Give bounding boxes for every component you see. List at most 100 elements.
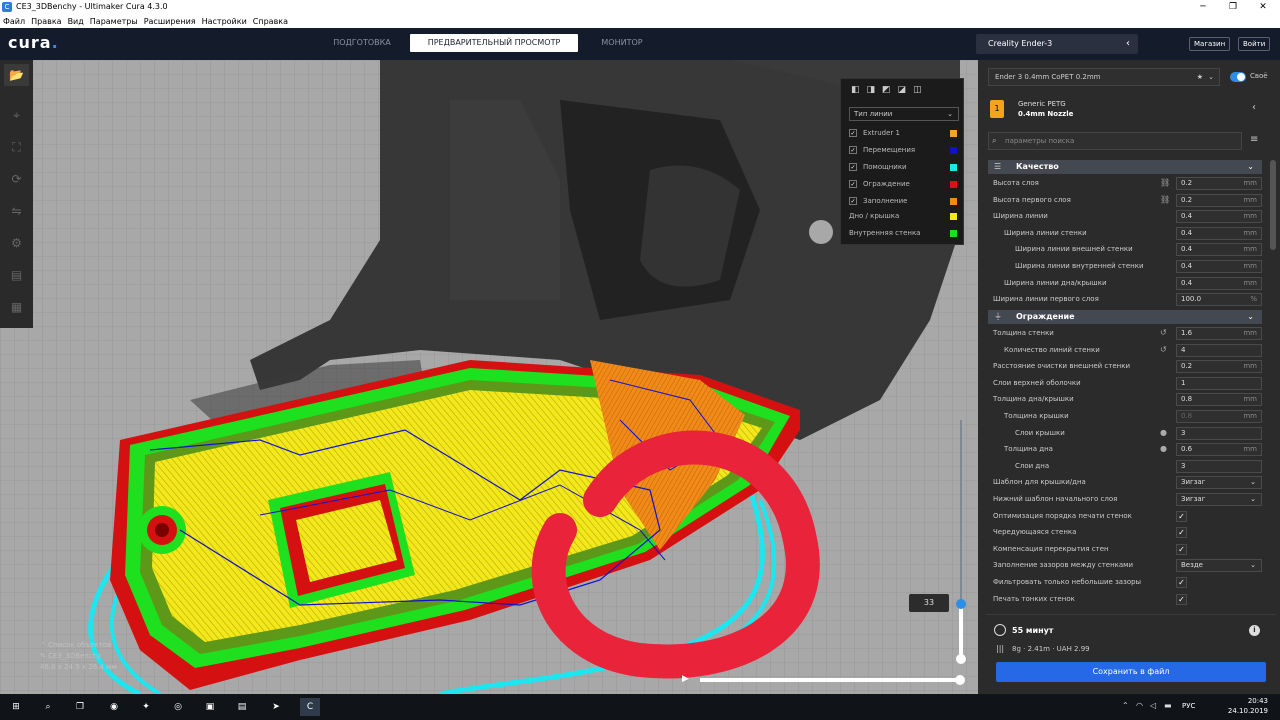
layers-tool-icon[interactable]: ▦ bbox=[4, 296, 29, 318]
minimize-button[interactable]: ─ bbox=[1188, 0, 1218, 14]
app-icon[interactable]: ✦ bbox=[136, 698, 156, 716]
path-slider-handle[interactable] bbox=[955, 675, 965, 685]
path-slider[interactable] bbox=[700, 675, 965, 685]
telegram-icon[interactable]: ➤ bbox=[266, 698, 286, 716]
reset-icon[interactable]: ↺ bbox=[1160, 325, 1167, 341]
scale-tool-icon[interactable]: ⛶ bbox=[4, 136, 29, 158]
setting-value-input[interactable]: 0.8 mm bbox=[1176, 410, 1262, 423]
notepad-icon[interactable]: ▤ bbox=[232, 698, 252, 716]
open-file-icon[interactable]: 📂 bbox=[4, 64, 29, 86]
legend-item-helpers[interactable]: ✓ Помощники bbox=[849, 161, 961, 173]
setting-value-input[interactable]: 0.4 mm bbox=[1176, 243, 1262, 257]
info-icon[interactable]: ● bbox=[1160, 441, 1167, 457]
setting-value-input[interactable]: 1.6 mm bbox=[1176, 327, 1262, 340]
setting-value-input[interactable]: 100.0% bbox=[1176, 293, 1262, 307]
sign-in-button[interactable]: Войти bbox=[1238, 37, 1271, 51]
setting-value-input[interactable]: 0.2 mm bbox=[1176, 177, 1262, 190]
cura-taskbar-icon[interactable]: C bbox=[300, 698, 320, 716]
setting-checkbox[interactable]: ✓ bbox=[1176, 543, 1187, 555]
menu-extensions[interactable]: Расширения bbox=[144, 17, 196, 26]
setting-value-input[interactable]: 4 bbox=[1176, 343, 1262, 357]
app-icon[interactable]: ◎ bbox=[168, 698, 188, 716]
info-icon[interactable]: i bbox=[1249, 625, 1260, 636]
legend-item-infill[interactable]: ✓ Заполнение bbox=[849, 195, 961, 207]
setting-checkbox[interactable]: ✓ bbox=[1176, 510, 1187, 522]
menu-preferences[interactable]: Настройки bbox=[202, 17, 247, 26]
right-view-icon[interactable]: ◫ bbox=[913, 85, 922, 95]
printer-selector[interactable]: Creality Ender-3 ‹ bbox=[976, 34, 1138, 54]
setting-value-input[interactable]: 0.4 mm bbox=[1176, 276, 1262, 290]
start-icon[interactable]: ⊞ bbox=[6, 698, 26, 716]
reset-icon[interactable]: ↺ bbox=[1160, 342, 1167, 358]
setting-value-input[interactable]: 0.4 mm bbox=[1176, 260, 1262, 273]
per-model-settings-icon[interactable]: ⚙ bbox=[4, 232, 29, 254]
menu-help[interactable]: Справка bbox=[253, 17, 288, 26]
setting-value-input[interactable]: 0.2 mm bbox=[1176, 360, 1262, 374]
legend-item-shell[interactable]: ✓ Ограждение bbox=[849, 178, 961, 190]
setting-checkbox[interactable]: ✓ bbox=[1176, 527, 1187, 539]
settings-menu-icon[interactable]: ≡ bbox=[1250, 134, 1258, 145]
setting-dropdown[interactable]: Везде ⌄ bbox=[1176, 559, 1262, 573]
collapse-panel-icon[interactable]: ‹ bbox=[1252, 102, 1256, 113]
menu-view[interactable]: Вид bbox=[68, 17, 84, 26]
support-blocker-icon[interactable]: ▤ bbox=[4, 264, 29, 286]
task-view-icon[interactable]: ❐ bbox=[70, 698, 90, 716]
setting-value-input[interactable]: 0.6 mm bbox=[1176, 443, 1262, 457]
search-icon[interactable]: ⌕ bbox=[38, 698, 58, 716]
setting-dropdown[interactable]: Зигзаг ⌄ bbox=[1176, 476, 1262, 490]
marketplace-button[interactable]: Магазин bbox=[1189, 37, 1231, 51]
legend-item-extruder[interactable]: ✓ Extruder 1 bbox=[849, 127, 961, 139]
volume-icon[interactable]: ◁ bbox=[1150, 701, 1156, 710]
tab-prepare[interactable]: ПОДГОТОВКА bbox=[324, 34, 400, 52]
link-icon[interactable]: ⛓ bbox=[1160, 175, 1170, 191]
settings-scrollbar[interactable] bbox=[1270, 160, 1276, 250]
top-view-icon[interactable]: ◩ bbox=[882, 85, 891, 95]
setting-checkbox[interactable]: ✓ bbox=[1176, 577, 1187, 588]
3d-viewport[interactable] bbox=[0, 60, 978, 694]
setting-value-input[interactable]: 1 bbox=[1176, 376, 1262, 390]
custom-mode-toggle[interactable] bbox=[1230, 72, 1246, 82]
link-icon[interactable]: ⛓ bbox=[1160, 192, 1170, 208]
move-tool-icon[interactable]: ⌖ bbox=[4, 104, 29, 126]
front-view-icon[interactable]: ◨ bbox=[867, 85, 876, 95]
layer-slider-lower-handle[interactable] bbox=[956, 654, 966, 664]
category-quality[interactable]: ☰ Качество ⌄ bbox=[988, 160, 1262, 174]
extruder-tab[interactable]: 1 Generic PETG 0.4mm Nozzle ‹ bbox=[988, 96, 1270, 126]
maximize-button[interactable]: ❐ bbox=[1218, 0, 1248, 14]
setting-value-input[interactable]: 0.4 mm bbox=[1176, 210, 1262, 224]
color-scheme-dropdown[interactable]: Тип линии ⌄ bbox=[849, 107, 959, 121]
setting-dropdown[interactable]: Зигзаг ⌄ bbox=[1176, 493, 1262, 506]
star-icon[interactable]: ★ bbox=[1197, 69, 1203, 85]
chevron-up-icon[interactable]: ⌃ bbox=[1122, 701, 1129, 710]
layer-slider-upper-handle[interactable] bbox=[956, 599, 966, 609]
legend-checkbox[interactable]: ✓ bbox=[849, 197, 857, 205]
legend-item-travel[interactable]: ✓ Перемещения bbox=[849, 144, 961, 156]
setting-value-input[interactable]: 0.4 mm bbox=[1176, 226, 1262, 240]
category-shell[interactable]: ⏚ Ограждение ⌄ bbox=[988, 310, 1262, 324]
setting-value-input[interactable]: 0.2 mm bbox=[1176, 193, 1262, 207]
tab-monitor[interactable]: МОНИТОР bbox=[590, 34, 654, 52]
tab-preview[interactable]: ПРЕДВАРИТЕЛЬНЫЙ ПРОСМОТР bbox=[410, 34, 578, 52]
close-window-button[interactable]: ✕ bbox=[1248, 0, 1278, 14]
mirror-tool-icon[interactable]: ⇋ bbox=[4, 200, 29, 222]
object-list-toggle[interactable]: ⌃ Список объектов bbox=[40, 640, 117, 651]
save-to-file-button[interactable]: Сохранить в файл bbox=[996, 662, 1266, 682]
legend-checkbox[interactable]: ✓ bbox=[849, 163, 857, 171]
legend-checkbox[interactable]: ✓ bbox=[849, 129, 857, 137]
legend-checkbox[interactable]: ✓ bbox=[849, 180, 857, 188]
setting-value-input[interactable]: 0.8 mm bbox=[1176, 393, 1262, 407]
rotate-tool-icon[interactable]: ⟳ bbox=[4, 168, 29, 190]
current-layer-input[interactable]: 33 bbox=[909, 594, 949, 612]
solidworks-icon[interactable]: ▣ bbox=[200, 698, 220, 716]
setting-checkbox[interactable]: ✓ bbox=[1176, 593, 1187, 605]
legend-checkbox[interactable]: ✓ bbox=[849, 146, 857, 154]
3d-view-icon[interactable]: ◧ bbox=[851, 85, 860, 95]
layer-slider[interactable] bbox=[956, 420, 966, 682]
left-view-icon[interactable]: ◪ bbox=[898, 85, 907, 95]
menu-settings[interactable]: Параметры bbox=[90, 17, 138, 26]
setting-value-input[interactable]: 3 bbox=[1176, 426, 1262, 440]
play-simulation-icon[interactable]: ▶ bbox=[682, 674, 692, 684]
info-icon[interactable]: ● bbox=[1160, 425, 1167, 441]
menu-file[interactable]: Файл bbox=[3, 17, 25, 26]
menu-edit[interactable]: Правка bbox=[31, 17, 61, 26]
